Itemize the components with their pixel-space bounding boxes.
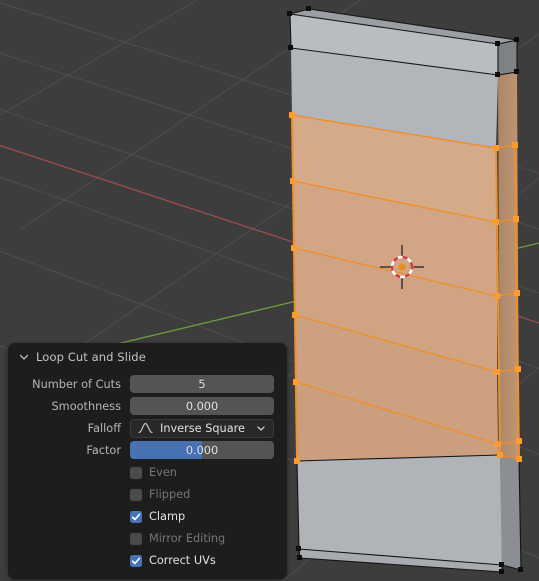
falloff-dropdown[interactable]: Inverse Square [130,418,274,438]
checkbox-row-flipped[interactable]: Flipped [21,485,274,504]
even-label: Even [149,466,177,479]
curve-inverse-square-icon [138,422,153,434]
blender-window: Loop Cut and Slide Number of Cuts 5 Smoo… [0,0,539,581]
factor-slider[interactable]: 0.000 [130,441,274,459]
flipped-label: Flipped [149,488,191,501]
label-number-of-cuts: Number of Cuts [32,377,121,391]
correct-uvs-checkbox[interactable] [130,554,142,567]
falloff-value: Inverse Square [160,421,245,435]
loop-cut-and-slide-panel[interactable]: Loop Cut and Slide Number of Cuts 5 Smoo… [8,343,287,579]
row-falloff: Falloff Inverse Square [21,418,274,438]
label-factor: Factor [86,443,121,457]
panel-body: Number of Cuts 5 Smoothness 0.000 Fallof… [8,369,287,570]
clamp-checkbox[interactable] [130,510,142,523]
correct-uvs-label: Correct UVs [149,554,216,567]
smoothness-input[interactable]: 0.000 [130,397,274,415]
factor-value: 0.000 [185,443,219,457]
row-smoothness: Smoothness 0.000 [21,397,274,415]
clamp-label: Clamp [149,510,186,523]
mirror-editing-label: Mirror Editing [149,532,226,545]
checkbox-row-clamp[interactable]: Clamp [21,507,274,526]
mesh-object [287,6,523,574]
flipped-checkbox[interactable] [130,488,142,501]
checkbox-row-even[interactable]: Even [21,463,274,482]
checkbox-row-correct-uvs[interactable]: Correct UVs [21,551,274,570]
chevron-down-icon[interactable] [18,351,30,363]
checkbox-row-mirror-editing[interactable]: Mirror Editing [21,529,274,548]
row-factor: Factor 0.000 [21,441,274,459]
chevron-down-icon[interactable] [256,423,266,433]
panel-header[interactable]: Loop Cut and Slide [8,345,287,369]
label-falloff: Falloff [87,421,121,435]
panel-title: Loop Cut and Slide [36,350,146,364]
label-smoothness: Smoothness [51,399,121,413]
check-icon [131,557,141,564]
number-of-cuts-value: 5 [198,377,206,391]
check-icon [131,513,141,520]
smoothness-value: 0.000 [185,399,219,413]
mirror-editing-checkbox[interactable] [130,532,142,545]
row-number-of-cuts: Number of Cuts 5 [21,375,274,393]
even-checkbox[interactable] [130,466,142,479]
number-of-cuts-input[interactable]: 5 [130,375,274,393]
